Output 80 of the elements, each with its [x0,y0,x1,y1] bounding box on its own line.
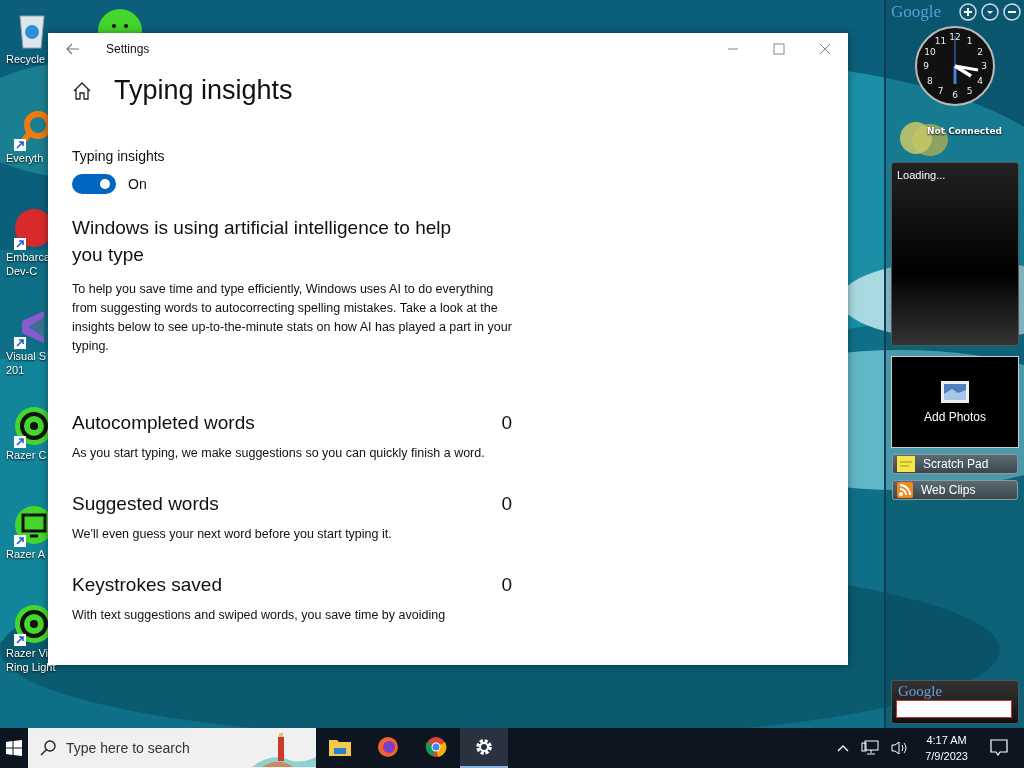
clock-date[interactable]: 7/9/2023 [925,748,968,764]
clock-number: 12 [949,32,961,42]
intro-paragraph: To help you save time and type efficiently, Windows uses AI to do everything from suggesting words to autocorrecting spelling mistakes. Take a look at the insights below to see up-to-the-minute stats on how AI has played a part in your typing. [72,281,512,355]
shortcut-arrow-icon [14,436,26,448]
icon-label: Razer C [6,448,47,462]
sticky-note-icon [897,456,915,472]
app-logo-icon[interactable] [14,208,48,248]
clock-number: 8 [927,75,933,86]
search-icon [40,740,56,756]
taskbar-app[interactable] [460,728,508,768]
gadget-label: Web Clips [921,483,976,497]
app-logo-icon[interactable] [97,8,143,34]
clock-number: 6 [952,90,958,100]
window-title: Settings [106,42,150,56]
stat-title: Autocompleted words [72,412,255,434]
icon-label: Recycle [6,52,46,66]
photos-panel[interactable]: Add Photos [891,356,1019,448]
clock-number: 3 [981,61,987,71]
stat-value: 0 [501,493,512,515]
weather-status: Not Connected [927,126,1003,136]
stat-title: Suggested words [72,493,219,515]
icon-label: Razer Vi [6,646,48,660]
network-icon[interactable] [861,740,880,756]
google-logo: Google [891,2,942,22]
icon-label: 201 [6,363,25,377]
dropdown-icon[interactable] [981,3,999,21]
browser-icon [377,736,399,758]
icon-label: Razer A [6,547,46,561]
gadget-label: Scratch Pad [923,457,989,471]
speaker-icon[interactable] [891,740,910,756]
toggle-state: On [128,176,147,192]
icon-label: Dev-C [6,264,38,278]
clock-time[interactable]: 4:17 AM [926,732,967,748]
icon-label: Ring Light [6,660,56,674]
clock-number: 5 [966,86,973,97]
windows-logo-icon[interactable] [6,740,22,756]
taskbar-search-field[interactable]: Type here to search [28,728,316,768]
stat-description: We'll even guess your next word before you start typing it. [72,526,393,543]
search-field[interactable] [896,700,1012,718]
toggle-switch[interactable] [72,174,116,194]
add-photos-label: Add Photos [923,410,986,424]
toggle-label: Typing insights [72,148,166,164]
rss-icon [897,482,913,498]
stat-description: With text suggestions and swiped words, you save time by avoiding [72,607,447,624]
shortcut-arrow-icon [14,337,26,349]
clock-number: 9 [923,61,929,71]
shortcut-arrow-icon [14,238,26,250]
shortcut-arrow-icon [14,535,26,547]
stat-title: Keystrokes saved [72,574,222,596]
search-placeholder: Type here to search [66,740,190,756]
google-logo: Google [898,683,944,700]
loading-text: Loading... [896,168,947,183]
notification-icon[interactable] [990,739,1008,757]
add-icon[interactable] [959,3,977,21]
clock-number: 2 [977,46,983,57]
shortcut-arrow-icon [14,634,26,646]
folder-icon [329,738,351,756]
clock-number: 11 [934,35,947,46]
settings-icon [474,737,494,757]
back-icon[interactable] [66,43,80,55]
photo-icon [940,380,970,404]
close-icon[interactable] [819,43,831,55]
stat-value: 0 [501,412,512,434]
shortcut-arrow-icon [14,139,26,151]
gadget-bar[interactable]: Scratch Pad [892,454,1018,474]
stat-description: As you start typing, we make suggestions so you can quickly finish a word. [72,445,486,462]
gadget-bar[interactable]: Web Clips [892,480,1018,500]
browser-icon [425,736,447,758]
page-title: Typing insights [114,75,293,106]
home-icon[interactable] [72,80,92,101]
clock-number: 4 [977,75,983,86]
icon-label: Visual S [6,349,47,363]
icon-label: Everyth [6,151,44,165]
chevron-up-icon[interactable] [837,744,850,752]
section-heading: Windows is using artificial intelligence to help you type [72,216,453,267]
stat-value: 0 [501,574,512,596]
clock-number: 1 [966,35,973,46]
clock-number: 10 [924,46,936,57]
clock-number: 7 [937,86,944,97]
minimize-icon[interactable] [1003,3,1021,21]
